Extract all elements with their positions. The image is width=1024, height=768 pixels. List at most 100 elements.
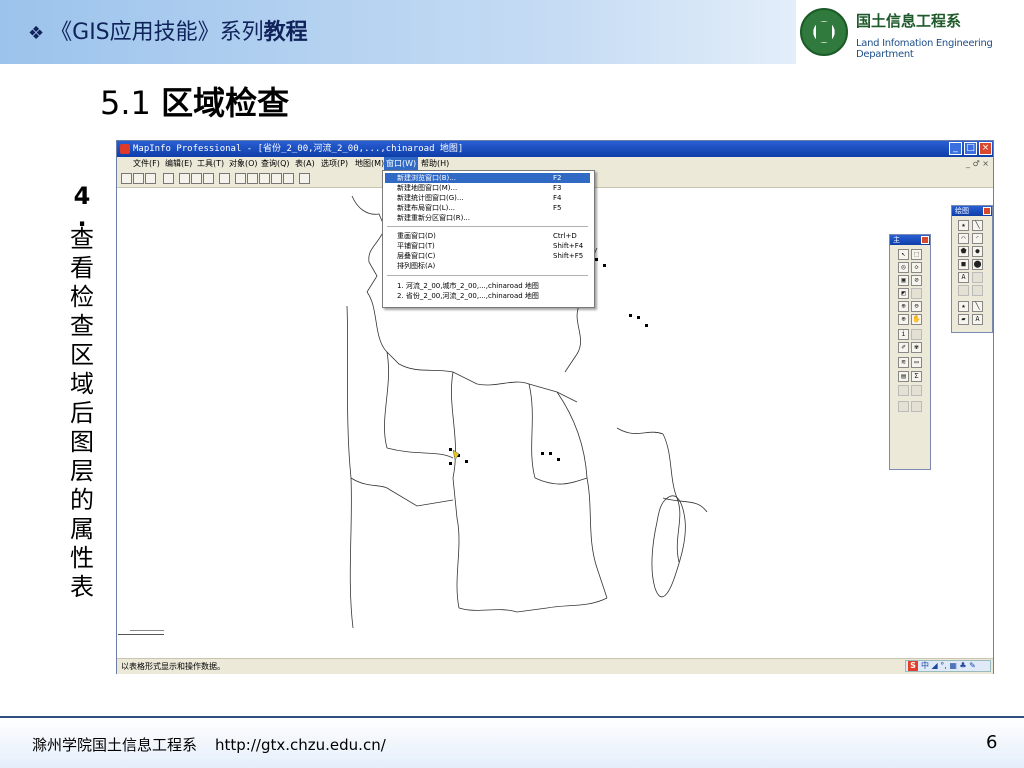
menu-map[interactable]: 地图(M) bbox=[353, 157, 386, 171]
cosmetic-icon[interactable] bbox=[911, 401, 922, 412]
rounded-rect-tool-icon[interactable]: ⬤ bbox=[972, 259, 983, 270]
copy-button[interactable] bbox=[191, 173, 202, 184]
vertical-caption: 4 . 查 看 检 查 区 域 后 图 层 的 属 性 表 bbox=[62, 182, 102, 602]
symbol-style-icon[interactable]: ★ bbox=[958, 301, 969, 312]
drawing-palette-close-icon[interactable] bbox=[983, 207, 991, 215]
department-name: 国土信息工程系 bbox=[856, 12, 962, 30]
graph-select-icon[interactable] bbox=[911, 288, 922, 299]
pan-hand-icon[interactable]: ✋ bbox=[911, 314, 922, 325]
main-palette-close-icon[interactable] bbox=[921, 236, 929, 244]
menu-tools[interactable]: 工具(T) bbox=[195, 157, 226, 171]
menu-item-redraw[interactable]: 重画窗口(D) Ctrl+D bbox=[385, 231, 590, 241]
sogou-ime-icon[interactable]: S bbox=[908, 661, 918, 671]
polygon-tool-icon[interactable]: ⬟ bbox=[958, 246, 969, 257]
main-palette-title: 主 bbox=[893, 236, 900, 244]
statistics-icon[interactable]: Σ bbox=[911, 371, 922, 382]
caption-char: 检 bbox=[70, 283, 94, 311]
set-target-icon[interactable] bbox=[911, 385, 922, 396]
boundary-select-icon[interactable]: ▣ bbox=[898, 275, 909, 286]
rectangle-tool-icon[interactable]: ■ bbox=[958, 259, 969, 270]
info-tool-icon[interactable]: i bbox=[898, 329, 909, 340]
help-pointer-button[interactable] bbox=[299, 173, 310, 184]
ime-tray[interactable]: S 中 ◢ °, ▦ ♣ ✎ bbox=[905, 660, 991, 672]
close-button[interactable]: × bbox=[979, 142, 992, 155]
change-view-icon[interactable]: ⊕ bbox=[898, 314, 909, 325]
maximize-button[interactable]: □ bbox=[964, 142, 977, 155]
add-node-icon[interactable] bbox=[972, 285, 983, 296]
label-tool-icon[interactable]: ✐ bbox=[898, 342, 909, 353]
menu-item-new-redistrict[interactable]: 新建重新分区窗口(R)... bbox=[385, 213, 590, 223]
zoom-out-icon[interactable]: ⊖ bbox=[911, 301, 922, 312]
line-tool-icon[interactable]: ╲ bbox=[972, 220, 983, 231]
highlighted-city-marker bbox=[452, 449, 460, 461]
menu-item-new-graph[interactable]: 新建统计图窗口(G)... F4 bbox=[385, 193, 590, 203]
paste-button[interactable] bbox=[203, 173, 214, 184]
menu-file[interactable]: 文件(F) bbox=[131, 157, 162, 171]
menu-item-arrange-icons[interactable]: 排列图标(A) bbox=[385, 261, 590, 271]
zoom-in-icon[interactable]: ⊕ bbox=[898, 301, 909, 312]
region-style-icon[interactable]: ▰ bbox=[958, 314, 969, 325]
caption-char: . bbox=[77, 204, 87, 232]
clip-region-icon[interactable] bbox=[898, 385, 909, 396]
menu-item-new-map[interactable]: 新建地图窗口(M)... F3 bbox=[385, 183, 590, 193]
drawing-palette-titlebar[interactable]: 绘图 bbox=[952, 206, 992, 216]
drawing-palette-title: 绘图 bbox=[955, 207, 969, 215]
radius-select-icon[interactable]: ◎ bbox=[898, 262, 909, 273]
menu-query[interactable]: 查询(Q) bbox=[259, 157, 292, 171]
new-graph-button[interactable] bbox=[259, 173, 270, 184]
menu-item-tile[interactable]: 平铺窗口(T) Shift+F4 bbox=[385, 241, 590, 251]
menu-item-cascade[interactable]: 层叠窗口(C) Shift+F5 bbox=[385, 251, 590, 261]
window-titlebar[interactable]: MapInfo Professional - [省份_2_00,河流_2_00,… bbox=[117, 141, 993, 157]
caption-char: 域 bbox=[70, 370, 94, 398]
menu-objects[interactable]: 对象(O) bbox=[227, 157, 260, 171]
select-tool-icon[interactable]: ↖ bbox=[898, 249, 909, 260]
new-map-button[interactable] bbox=[247, 173, 258, 184]
document-window-controls[interactable]: _ ♂ × bbox=[966, 157, 989, 171]
marquee-select-icon[interactable]: ⬚ bbox=[911, 249, 922, 260]
new-redistrict-button[interactable] bbox=[283, 173, 294, 184]
text-tool-icon[interactable]: A bbox=[958, 272, 969, 283]
new-table-button[interactable] bbox=[121, 173, 132, 184]
arc-tool-icon[interactable]: ◜ bbox=[972, 233, 983, 244]
caption-char: 层 bbox=[70, 457, 94, 485]
save-button[interactable] bbox=[145, 173, 156, 184]
divider-line bbox=[118, 634, 164, 635]
reshape-tool-icon[interactable] bbox=[958, 285, 969, 296]
menu-options[interactable]: 选项(P) bbox=[319, 157, 350, 171]
frame-tool-icon[interactable] bbox=[972, 272, 983, 283]
line-style-icon[interactable]: ╲ bbox=[972, 301, 983, 312]
main-palette-titlebar[interactable]: 主 bbox=[890, 235, 930, 245]
undo-button[interactable] bbox=[219, 173, 230, 184]
invert-select-icon[interactable]: ◩ bbox=[898, 288, 909, 299]
ellipse-tool-icon[interactable]: ● bbox=[972, 246, 983, 257]
caption-char: 属 bbox=[70, 515, 94, 543]
new-layout-button[interactable] bbox=[271, 173, 282, 184]
menu-item-new-layout[interactable]: 新建布局窗口(L)... F5 bbox=[385, 203, 590, 213]
cut-button[interactable] bbox=[179, 173, 190, 184]
menu-window[interactable]: 窗口(W) bbox=[384, 157, 419, 171]
menu-item-window-1[interactable]: 1. 河流_2_00,城市_2_00,...,chinaroad 地图 bbox=[385, 281, 590, 291]
menu-item-window-2[interactable]: 2. 省份_2_00,河流_2_00,...,chinaroad 地图 bbox=[385, 291, 590, 301]
minimize-button[interactable]: _ bbox=[949, 142, 962, 155]
text-style-icon[interactable]: A bbox=[972, 314, 983, 325]
polygon-select-icon[interactable]: ◇ bbox=[911, 262, 922, 273]
menu-separator bbox=[387, 275, 588, 276]
new-browser-button[interactable] bbox=[235, 173, 246, 184]
ruler-icon[interactable]: ▭ bbox=[911, 357, 922, 368]
print-button[interactable] bbox=[163, 173, 174, 184]
polyline-tool-icon[interactable]: ⌒ bbox=[958, 233, 969, 244]
menu-table[interactable]: 表(A) bbox=[293, 157, 317, 171]
menu-edit[interactable]: 编辑(E) bbox=[163, 157, 194, 171]
symbol-tool-icon[interactable]: ★ bbox=[958, 220, 969, 231]
show-coords-icon[interactable] bbox=[898, 401, 909, 412]
drag-window-icon[interactable]: ✾ bbox=[911, 342, 922, 353]
unselect-icon[interactable]: ⊘ bbox=[911, 275, 922, 286]
layer-control-icon[interactable]: ≋ bbox=[898, 357, 909, 368]
legend-icon[interactable]: ▤ bbox=[898, 371, 909, 382]
hotlink-icon[interactable] bbox=[911, 329, 922, 340]
open-table-button[interactable] bbox=[133, 173, 144, 184]
menu-item-new-browser[interactable]: 新建浏览窗口(B)... F2 bbox=[385, 173, 590, 183]
footer-url[interactable]: http://gtx.chzu.edu.cn/ bbox=[215, 736, 386, 754]
caption-char: 查 bbox=[70, 312, 94, 340]
menu-help[interactable]: 帮助(H) bbox=[419, 157, 451, 171]
